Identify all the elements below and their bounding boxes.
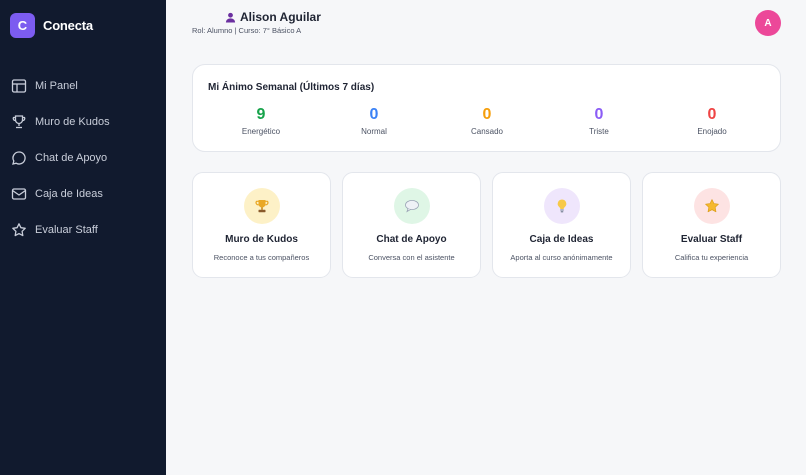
mood-stat-value: 0 <box>707 106 717 123</box>
mood-stat-value: 0 <box>594 106 604 123</box>
tile-description: Aporta al curso anónimamente <box>510 253 613 262</box>
tile-title: Evaluar Staff <box>680 234 743 245</box>
tile-icon-circle <box>393 188 430 224</box>
trophy-icon <box>255 200 268 213</box>
tile-description: Conversa con el asistente <box>368 253 455 262</box>
star-icon <box>704 199 719 213</box>
mood-stat-enojado: 0 Enojado <box>672 105 752 136</box>
mood-stat-value: 0 <box>369 106 379 123</box>
user-header: Alison Aguilar Rol: Alumno | Curso: 7° B… <box>192 10 321 35</box>
mood-stat-triste: 0 Triste <box>559 105 639 136</box>
mood-stat-cansado: 0 Cansado <box>447 105 527 136</box>
sidebar-item-label: Evaluar Staff <box>35 224 98 236</box>
avatar[interactable]: A <box>755 10 781 36</box>
user-name: Alison Aguilar <box>240 10 321 24</box>
user-line: Alison Aguilar <box>192 10 321 24</box>
mail-icon <box>11 188 27 200</box>
trophy-icon <box>12 115 26 129</box>
brand-logo: C <box>10 13 35 38</box>
sidebar-item-muro-de-kudos[interactable]: Muro de Kudos <box>0 104 166 140</box>
sidebar-item-evaluar-staff[interactable]: Evaluar Staff <box>0 212 166 248</box>
brand-name: Conecta <box>43 18 93 33</box>
tile-muro-de-kudos[interactable]: Muro de Kudos Reconoce a tus compañeros <box>192 172 331 278</box>
tile-title: Caja de Ideas <box>529 234 594 245</box>
sidebar-item-chat-de-apoyo[interactable]: Chat de Apoyo <box>0 140 166 176</box>
mood-stat-energetico: 9 Energético <box>221 105 301 136</box>
tile-icon-circle <box>693 188 730 224</box>
sidebar-item-label: Chat de Apoyo <box>35 152 108 164</box>
speech-bubble-icon <box>404 200 419 213</box>
mood-stat-label: Energético <box>241 127 281 136</box>
mood-stat-normal: 0 Normal <box>334 105 414 136</box>
sidebar-nav: Mi Panel Muro de Kudos Chat de Apoyo Caj… <box>0 68 166 248</box>
chat-bubble-icon <box>12 151 26 165</box>
lightbulb-icon <box>557 199 566 213</box>
mood-stat-value: 9 <box>256 106 266 123</box>
mood-stat-label: Cansado <box>470 127 504 136</box>
mood-stat-label: Enojado <box>697 127 727 136</box>
sidebar-item-mi-panel[interactable]: Mi Panel <box>0 68 166 104</box>
mood-stat-label: Triste <box>589 127 609 136</box>
tile-caja-de-ideas[interactable]: Caja de Ideas Aporta al curso anónimamen… <box>492 172 631 278</box>
tile-description: Reconoce a tus compañeros <box>213 253 310 262</box>
sidebar-item-label: Caja de Ideas <box>35 188 103 200</box>
brand[interactable]: C Conecta <box>10 13 93 38</box>
mood-stat-label: Normal <box>361 127 387 136</box>
mood-stat-value: 0 <box>482 106 492 123</box>
user-icon <box>225 12 236 23</box>
tile-chat-de-apoyo[interactable]: Chat de Apoyo Conversa con el asistente <box>342 172 481 278</box>
tile-title: Muro de Kudos <box>225 234 298 245</box>
tile-icon-circle <box>243 188 280 224</box>
sidebar-item-caja-de-ideas[interactable]: Caja de Ideas <box>0 176 166 212</box>
user-role-course: Rol: Alumno | Curso: 7° Básico A <box>192 26 302 35</box>
mood-card-title: Mi Ánimo Semanal (Últimos 7 días) <box>208 82 375 93</box>
tile-evaluar-staff[interactable]: Evaluar Staff Califica tu experiencia <box>642 172 781 278</box>
main-content: Alison Aguilar Rol: Alumno | Curso: 7° B… <box>166 0 806 475</box>
tile-description: Califica tu experiencia <box>674 253 749 262</box>
dashboard-icon <box>11 79 27 93</box>
sidebar-item-label: Mi Panel <box>35 80 78 92</box>
sidebar-item-label: Muro de Kudos <box>35 116 110 128</box>
star-icon <box>12 223 26 237</box>
sidebar: C Conecta Mi Panel Muro de Kudos Chat de… <box>0 0 166 475</box>
weekly-mood-card: Mi Ánimo Semanal (Últimos 7 días) 9 Ener… <box>192 64 781 152</box>
tile-title: Chat de Apoyo <box>376 234 447 245</box>
tile-icon-circle <box>543 188 580 224</box>
